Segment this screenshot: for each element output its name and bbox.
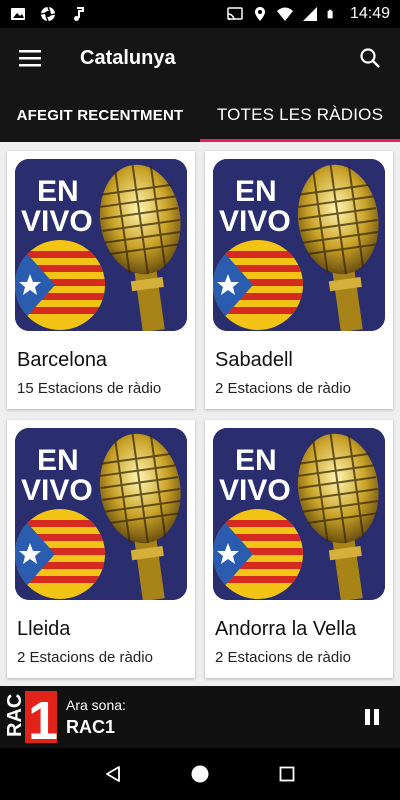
rac1-logo: RAC 1 [1,689,59,745]
badge-line-2: VIVO [219,205,291,238]
badge-line-2: VIVO [219,474,291,507]
logo-text-1: 1 [28,691,58,745]
tab-label: AFEGIT RECENTMENT [16,106,184,124]
aperture-icon [40,6,56,22]
badge-line-2: VIVO [21,474,93,507]
card-thumbnail: EN VIVO [15,159,187,331]
card-thumbnail: EN VIVO [15,428,187,600]
wifi-icon [276,7,293,21]
tab-label: TOTES LES RÀDIOS [216,105,384,124]
recents-button[interactable] [267,754,307,794]
badge-line-1: EN [235,444,277,477]
city-card[interactable]: EN VIVO Lleida 2 Estacions de ràdio [7,420,195,678]
card-subtitle: 2 Estacions de ràdio [215,380,351,397]
menu-button[interactable] [0,28,60,88]
now-playing-station: RAC1 [66,716,116,737]
status-bar: 14:49 [0,0,400,28]
photo-icon [11,8,25,20]
city-card[interactable]: EN VIVO Andorra la Vella 2 Estacions de … [205,420,393,678]
search-icon [360,48,380,68]
pause-icon [365,709,379,725]
badge-line-2: VIVO [21,205,93,238]
tab-bar: AFEGIT RECENTMENT TOTES LES RÀDIOS [0,88,400,142]
now-playing-info: Ara sona: RAC1 [60,697,344,738]
clock: 14:49 [349,5,390,22]
badge-line-1: EN [235,175,277,208]
back-button[interactable] [93,754,133,794]
hamburger-icon [19,50,41,67]
card-title: Barcelona [17,349,108,371]
now-playing-bar[interactable]: RAC 1 Ara sona: RAC1 [0,686,400,748]
app-bar: Catalunya [0,28,400,88]
pause-button[interactable] [344,686,400,748]
card-subtitle: 2 Estacions de ràdio [215,649,351,666]
music-note-icon [74,7,84,21]
location-icon [254,7,265,21]
home-button[interactable] [180,754,220,794]
card-title: Andorra la Vella [215,618,357,640]
card-title: Lleida [17,618,71,640]
card-thumbnail: EN VIVO [213,159,385,331]
badge-line-1: EN [37,175,79,208]
tab-recently-added[interactable]: AFEGIT RECENTMENT [0,88,200,142]
back-icon [106,766,121,782]
page-title: Catalunya [80,46,176,69]
battery-icon [327,9,333,19]
en-vivo-microphone-image: EN VIVO [213,428,385,600]
station-grid: EN VIVO Barcelona 15 Estacions de ràdio [0,142,400,686]
recents-icon [279,766,295,782]
tab-all-radios[interactable]: TOTES LES RÀDIOS [200,88,400,142]
now-playing-label: Ara sona: [66,696,126,713]
cast-icon [227,7,243,21]
en-vivo-microphone-image: EN VIVO [213,159,385,331]
card-subtitle: 2 Estacions de ràdio [17,649,153,666]
signal-icon [302,7,317,21]
en-vivo-microphone-image: EN VIVO [15,428,187,600]
card-title: Sabadell [215,349,293,371]
city-card[interactable]: EN VIVO Sabadell 2 Estacions de ràdio [205,151,393,409]
city-card[interactable]: EN VIVO Barcelona 15 Estacions de ràdio [7,151,195,409]
logo-text-rac: RAC [4,694,26,737]
system-nav-bar [0,748,400,800]
en-vivo-microphone-image: EN VIVO [15,159,187,331]
search-button[interactable] [340,28,400,88]
station-logo: RAC 1 [0,686,60,748]
card-thumbnail: EN VIVO [213,428,385,600]
badge-line-1: EN [37,444,79,477]
home-icon [191,765,209,783]
card-subtitle: 15 Estacions de ràdio [17,380,162,397]
